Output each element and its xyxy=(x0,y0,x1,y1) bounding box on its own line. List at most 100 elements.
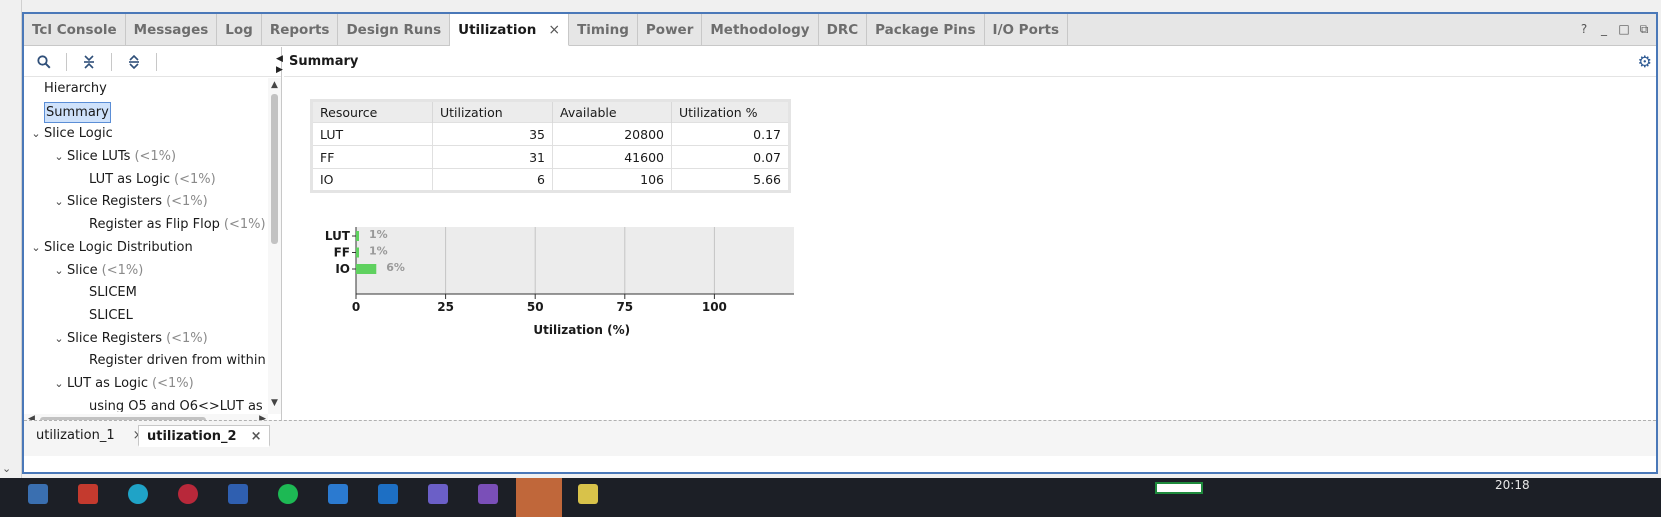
tree-item[interactable]: ⌄ LUT as Logic (<1%) xyxy=(24,373,268,396)
tree-item[interactable]: ⌄ Slice (<1%) xyxy=(24,260,268,283)
tab-i-o-ports[interactable]: I/O Ports xyxy=(985,14,1068,45)
tab-utilization[interactable]: Utilization × xyxy=(450,14,570,46)
tree-item-text: LUT as Logic xyxy=(67,375,149,391)
chevron-down-icon[interactable]: ⌄ xyxy=(2,462,11,475)
search-icon[interactable] xyxy=(30,50,58,74)
tree-item[interactable]: Register as Flip Flop (<1%) xyxy=(24,214,268,237)
taskbar-app-icon[interactable] xyxy=(78,484,98,504)
table-row[interactable]: IO 6 106 5.66 xyxy=(311,168,790,192)
collapse-all-icon[interactable] xyxy=(75,50,103,74)
taskbar-app-icon[interactable] xyxy=(428,484,448,504)
tab-tcl-console[interactable]: Tcl Console xyxy=(24,14,126,45)
scroll-up-icon[interactable]: ▲ xyxy=(268,80,281,92)
taskbar-app-icon[interactable] xyxy=(228,484,248,504)
column-header[interactable]: Utilization % xyxy=(671,100,790,123)
tree-item-text: Slice Logic xyxy=(44,126,113,142)
tree-item-percent: (<1%) xyxy=(134,149,177,165)
tree-item[interactable]: LUT as Logic (<1%) xyxy=(24,169,268,192)
tree-item[interactable]: ⌄ Slice Registers (<1%) xyxy=(24,191,268,214)
taskbar-app-icon[interactable] xyxy=(478,484,498,504)
tab-utilization-1[interactable]: utilization_1× xyxy=(28,425,152,447)
tab-methodology[interactable]: Methodology xyxy=(702,14,819,45)
tab-reports[interactable]: Reports xyxy=(262,14,339,45)
tab-timing[interactable]: Timing xyxy=(569,14,638,45)
tree-item[interactable]: ⌄ Slice Registers (<1%) xyxy=(24,328,268,351)
minimize-icon[interactable]: _ xyxy=(1598,22,1610,37)
tree-item-percent: (<1%) xyxy=(152,375,194,391)
tree-item[interactable]: Register driven from within th xyxy=(24,350,268,373)
tab-label: Design Runs xyxy=(346,21,442,38)
chevron-down-icon[interactable]: ⌄ xyxy=(30,237,42,260)
help-icon[interactable]: ? xyxy=(1578,22,1590,37)
x-tick-label: 75 xyxy=(616,300,633,314)
column-header[interactable]: Utilization xyxy=(432,100,553,123)
clock: 20:18 xyxy=(1495,478,1530,492)
float-icon[interactable]: ⧉ xyxy=(1638,22,1650,37)
chevron-down-icon[interactable]: ⌄ xyxy=(53,260,65,283)
expand-all-icon[interactable] xyxy=(120,50,148,74)
taskbar-widget[interactable] xyxy=(1155,482,1203,494)
taskbar-active-app[interactable] xyxy=(516,478,562,517)
tab-utilization-2[interactable]: utilization_2 × xyxy=(138,425,271,447)
table-row[interactable]: LUT 35 20800 0.17 xyxy=(311,122,790,146)
chart-plot-area xyxy=(356,227,794,294)
utilization-percent-cell: 5.66 xyxy=(671,168,790,192)
tree-item-label: Slice (<1%) xyxy=(67,260,143,283)
report-tabs-bar: utilization_1× utilization_2 × xyxy=(24,420,1656,456)
scrollbar-thumb[interactable] xyxy=(271,94,278,244)
close-icon[interactable]: × xyxy=(251,429,262,444)
tree-item[interactable]: using O5 and O6<>LUT as Lo xyxy=(24,396,268,412)
tab-drc[interactable]: DRC xyxy=(819,14,868,45)
scroll-down-icon[interactable]: ▼ xyxy=(268,398,281,410)
taskbar-app-icon[interactable] xyxy=(28,484,48,504)
tree-item-text: using O5 and O6<>LUT as Lo xyxy=(89,398,268,412)
chevron-down-icon[interactable]: ⌄ xyxy=(53,146,65,169)
tree-item-percent: (<1%) xyxy=(166,330,208,346)
tab-label: Methodology xyxy=(710,21,810,38)
gear-icon[interactable]: ⚙ xyxy=(1638,52,1652,71)
tree-item-label: SLICEL xyxy=(89,305,133,328)
taskbar-app-icon[interactable] xyxy=(178,484,198,504)
column-header[interactable]: Available xyxy=(552,100,672,123)
chart-bar xyxy=(356,247,359,258)
taskbar-app-icon[interactable] xyxy=(578,484,598,504)
chart-data-label: 1% xyxy=(369,245,388,258)
tab-log[interactable]: Log xyxy=(217,14,262,45)
tree-item[interactable]: ⌄ Slice LUTs (<1%) xyxy=(24,146,268,169)
chevron-down-icon[interactable]: ⌄ xyxy=(53,373,65,396)
taskbar-app-icon[interactable] xyxy=(278,484,298,504)
available-cell: 106 xyxy=(552,168,672,192)
tree-item-text: SLICEM xyxy=(89,285,137,301)
tab-design-runs[interactable]: Design Runs xyxy=(338,14,451,45)
tree-item[interactable]: ⌄ Slice Logic xyxy=(24,123,268,146)
tree-item-percent: (<1%) xyxy=(174,171,216,187)
column-header[interactable]: Resource xyxy=(311,100,433,123)
tree-item[interactable]: Hierarchy xyxy=(24,78,268,101)
available-cell: 41600 xyxy=(552,145,672,169)
tree-item[interactable]: SLICEM xyxy=(24,282,268,305)
table-row[interactable]: FF 31 41600 0.07 xyxy=(311,145,790,169)
tab-messages[interactable]: Messages xyxy=(126,14,218,45)
tab-label: Utilization xyxy=(458,21,537,38)
tab-label: Reports xyxy=(269,21,330,38)
tab-label: Package Pins xyxy=(875,21,976,38)
navigation-toolbar xyxy=(24,47,281,77)
tree-item[interactable]: Summary xyxy=(24,101,268,124)
chevron-down-icon[interactable]: ⌄ xyxy=(30,123,42,146)
tab-power[interactable]: Power xyxy=(638,14,703,45)
maximize-icon[interactable]: □ xyxy=(1618,22,1630,37)
taskbar-app-icon[interactable] xyxy=(128,484,148,504)
taskbar-app-icon[interactable] xyxy=(328,484,348,504)
taskbar-app-icon[interactable] xyxy=(378,484,398,504)
tree-item[interactable]: ⌄ Slice Logic Distribution xyxy=(24,237,268,260)
tab-package-pins[interactable]: Package Pins xyxy=(867,14,985,45)
tab-bar: Tcl Console Messages Log Reports Design Runs… xyxy=(24,14,1656,46)
tab-label: DRC xyxy=(826,21,859,38)
panel-collapse-arrows[interactable]: ◀ ▶ xyxy=(276,54,283,76)
tree-vertical-scrollbar[interactable]: ▲ ▼ xyxy=(268,78,281,414)
chevron-down-icon[interactable]: ⌄ xyxy=(53,191,65,214)
chevron-down-icon[interactable]: ⌄ xyxy=(53,328,65,351)
toolbar-divider xyxy=(111,52,112,71)
tree-item[interactable]: SLICEL xyxy=(24,305,268,328)
close-icon[interactable]: × xyxy=(548,22,560,38)
